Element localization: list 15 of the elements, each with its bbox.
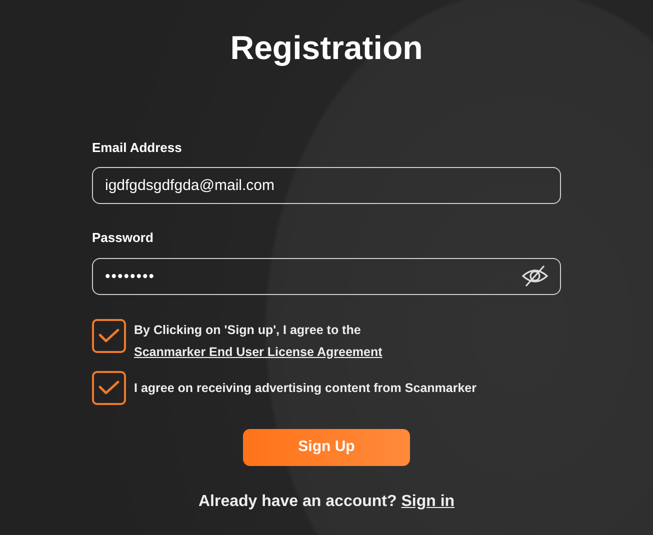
- email-field[interactable]: igdfgdsgdfgda@mail.com: [92, 167, 561, 204]
- checkbox[interactable]: [92, 370, 126, 405]
- page-title: Registration: [229, 28, 424, 68]
- agreement-text: By Clicking on 'Sign up', I agree to the Scanmarker End User License Agreement: [134, 322, 384, 361]
- sign-in-link[interactable]: Sign in: [401, 492, 455, 510]
- agreement-text: I agree on receiving advertising content from Scanmarker: [134, 380, 476, 397]
- checkbox[interactable]: [92, 318, 126, 353]
- footer-text: Already have an account? Sign in: [197, 492, 456, 512]
- license-link[interactable]: Scanmarker End User License Agreement: [134, 344, 382, 359]
- password-field[interactable]: ••••••••: [92, 258, 561, 295]
- check-icon: [98, 380, 120, 396]
- check-icon: [98, 328, 120, 344]
- eye-slash-icon[interactable]: [521, 264, 549, 288]
- field-label: Email Address: [92, 138, 183, 157]
- field-label: Password: [92, 229, 154, 248]
